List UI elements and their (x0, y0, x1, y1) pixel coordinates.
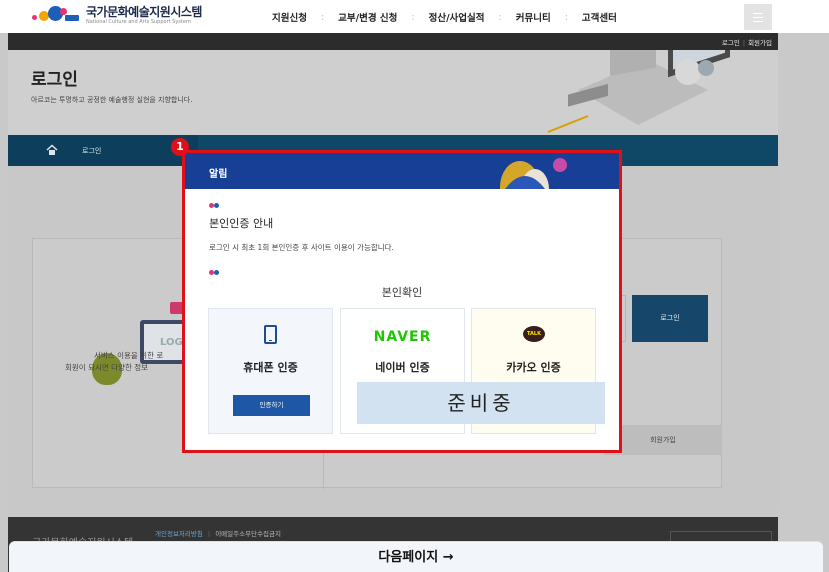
notice-modal: 알림 본인인증 안내 로그인 시 최초 1회 본인인증 후 사이트 이용이 가능… (185, 153, 619, 450)
page-title: 로그인 (31, 70, 78, 90)
nav-item-community[interactable]: 커뮤니티 (516, 10, 551, 24)
nav-separator: : (564, 11, 568, 23)
divider: | (742, 39, 746, 47)
page-subtitle: 아르코는 투명하고 공정한 예술행정 실현을 지향합니다. (31, 96, 193, 104)
verify-button[interactable]: 인증하기 (233, 395, 310, 416)
topbar-login-link[interactable]: 로그인 (722, 39, 740, 47)
site-header: 국가문화예술지원시스템 National Culture and Arts Su… (0, 0, 829, 33)
logo-title-ko: 국가문화예술지원시스템 (86, 5, 202, 19)
modal-header-decoration (500, 158, 567, 189)
naver-logo: NAVER (373, 329, 432, 345)
modal-title: 알림 (209, 169, 228, 180)
nav-item-grant-change[interactable]: 교부/변경 신청 (338, 10, 397, 24)
bullet-dots (209, 203, 223, 209)
phone-verify-card: 휴대폰 인증 인증하기 (208, 308, 333, 434)
nav-separator: : (320, 11, 325, 23)
nav-item-apply[interactable]: 지원신청 (272, 10, 307, 24)
breadcrumb-current: 로그인 (82, 147, 102, 155)
hamburger-menu-button[interactable] (744, 4, 772, 30)
nav-item-customer-center[interactable]: 고객센터 (582, 10, 617, 24)
hero-illustration (547, 50, 730, 133)
bullet-dots (209, 270, 223, 276)
login-button[interactable]: 로그인 (632, 295, 708, 342)
site-logo[interactable]: 국가문화예술지원시스템 National Culture and Arts Su… (32, 5, 202, 27)
modal-header: 알림 (185, 153, 619, 189)
privacy-policy-link[interactable]: 개인정보처리방침 (155, 530, 203, 538)
logo-mark (32, 5, 82, 27)
section-title: 본인인증 안내 (209, 217, 274, 230)
monitor-text: LOG (160, 337, 183, 348)
nav-separator: : (411, 11, 415, 23)
annotation-badge: 1 (171, 138, 189, 156)
logo-title-en: National Culture and Arts Support System (86, 19, 191, 25)
section-description: 로그인 시 최초 1회 본인인증 후 사이트 이용이 가능합니다. (209, 243, 394, 252)
phone-verify-label: 휴대폰 인증 (243, 361, 298, 374)
nav-separator: : (498, 11, 502, 23)
page-hero: 로그인 아르코는 투명하고 공정한 예술행정 실현을 지향합니다. (8, 50, 778, 135)
service-text-1: 서비스 이용을 위한 로 (94, 351, 164, 360)
kakao-talk-icon: TALK (523, 326, 545, 342)
topbar-join-link[interactable]: 회원가입 (748, 39, 772, 47)
naver-verify-label: 네이버 인증 (375, 361, 430, 374)
kakao-verify-label: 카카오 인증 (506, 361, 561, 374)
verify-title: 본인확인 (381, 286, 423, 299)
service-text-2: 회원이 되시면 다양한 정보 (65, 363, 149, 372)
home-icon[interactable] (46, 144, 58, 156)
main-nav: 지원신청 : 교부/변경 신청 : 정산/사업실적 : 커뮤니티 : 고객센터 (272, 10, 617, 25)
preparing-overlay: 준비중 (357, 382, 605, 424)
utility-bar: 로그인 | 회원가입 (8, 33, 778, 50)
next-page-button[interactable]: 다음페이지 → (9, 541, 823, 572)
mobile-phone-icon (264, 325, 277, 344)
email-policy-link[interactable]: 이메일주소무단수집금지 (215, 530, 281, 538)
nav-item-settlement[interactable]: 정산/사업실적 (429, 10, 485, 24)
divider: | (207, 530, 211, 538)
